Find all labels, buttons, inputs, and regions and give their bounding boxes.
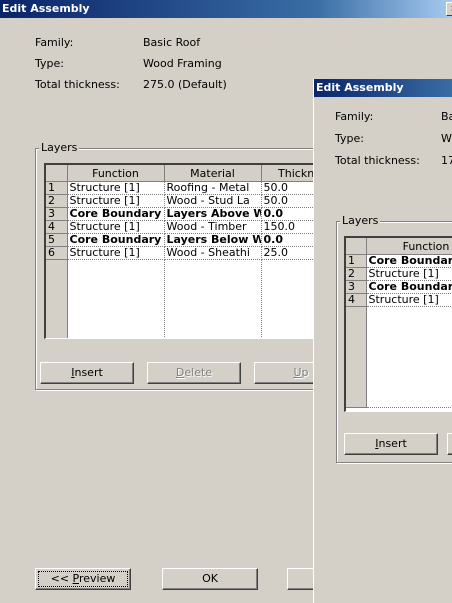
cell-function[interactable]: Structure [1] xyxy=(67,220,165,234)
row-number[interactable]: 3 xyxy=(346,280,367,294)
total-thickness-value: 275.0 (Default) xyxy=(143,78,227,91)
empty-cell xyxy=(346,306,367,408)
type-value: Wood Framing xyxy=(143,57,222,70)
cell-function[interactable]: Core Boundary xyxy=(366,280,452,294)
type-value: W xyxy=(441,132,452,145)
row-number[interactable]: 5 xyxy=(46,233,68,247)
empty-cell xyxy=(46,259,68,338)
cell-function[interactable]: Structure [1] xyxy=(366,293,452,307)
cell-function[interactable]: Core Boundary xyxy=(67,233,165,247)
table-row[interactable]: 4 Structure [1] Wood - Timber 150.0 xyxy=(46,220,336,234)
column-header-material[interactable]: Material xyxy=(164,165,262,182)
row-number[interactable]: 3 xyxy=(46,207,68,221)
preview-button[interactable]: << Preview xyxy=(35,568,131,590)
row-number[interactable]: 6 xyxy=(46,246,68,260)
row-number[interactable]: 1 xyxy=(46,181,68,195)
column-header-function[interactable]: Function xyxy=(67,165,165,182)
dialog-title: Edit Assembly xyxy=(316,81,404,94)
close-icon[interactable]: × xyxy=(446,2,452,16)
cell-function[interactable]: Structure [1] xyxy=(366,267,452,281)
layers-group-title: Layers xyxy=(39,141,80,154)
family-value: Basic Roof xyxy=(143,36,201,49)
family-label: Family: xyxy=(35,36,74,49)
row-number[interactable]: 2 xyxy=(46,194,68,208)
cell-material[interactable]: Wood - Timber xyxy=(164,220,262,234)
row-number[interactable]: 4 xyxy=(346,293,367,307)
layers-table[interactable]: Function 1 Core Boundary 2 Structure [1] 3 Co… xyxy=(344,236,452,412)
cell-material[interactable]: Wood - Sheathi xyxy=(164,246,262,260)
cell-material[interactable]: Roofing - Metal xyxy=(164,181,262,195)
total-thickness-value: 17 xyxy=(441,154,452,167)
cell-function[interactable]: Structure [1] xyxy=(67,246,165,260)
table-row[interactable]: 1 Structure [1] Roofing - Metal 50.0 xyxy=(46,181,336,195)
row-number[interactable]: 4 xyxy=(46,220,68,234)
row-number[interactable]: 2 xyxy=(346,267,367,281)
table-row[interactable]: 5 Core Boundary Layers Below W 0.0 xyxy=(46,233,336,247)
empty-row xyxy=(46,259,336,338)
empty-cell xyxy=(366,306,452,408)
table-row[interactable]: 1 Core Boundary xyxy=(346,254,452,268)
delete-button[interactable] xyxy=(447,433,452,455)
family-label: Family: xyxy=(335,110,374,123)
total-thickness-label: Total thickness: xyxy=(35,78,120,91)
family-value: Ba xyxy=(441,110,452,123)
layers-table-header: Function xyxy=(346,238,452,255)
cell-material[interactable]: Layers Below W xyxy=(164,233,262,247)
corner-cell xyxy=(346,238,367,255)
edit-assembly-dialog-front: Edit Assembly Family: Ba Type: W Total t… xyxy=(314,79,452,603)
total-thickness-label: Total thickness: xyxy=(335,154,420,167)
cell-function[interactable]: Structure [1] xyxy=(67,194,165,208)
dialog-title: Edit Assembly xyxy=(2,2,90,15)
layers-table[interactable]: Function Material Thickne 1 Structure [1]… xyxy=(44,163,337,339)
cell-function[interactable]: Core Boundary xyxy=(366,254,452,268)
table-row[interactable]: 3 Core Boundary xyxy=(346,280,452,294)
layers-group-title: Layers xyxy=(340,214,381,227)
cell-function[interactable]: Structure [1] xyxy=(67,181,165,195)
dialog-title-bar[interactable]: Edit Assembly xyxy=(0,0,452,18)
row-number[interactable]: 1 xyxy=(346,254,367,268)
table-row[interactable]: 6 Structure [1] Wood - Sheathi 25.0 xyxy=(46,246,336,260)
cell-material[interactable]: Wood - Stud La xyxy=(164,194,262,208)
empty-cell xyxy=(164,259,262,338)
cell-material[interactable]: Layers Above W xyxy=(164,207,262,221)
dialog-title-bar[interactable]: Edit Assembly xyxy=(314,79,452,97)
type-label: Type: xyxy=(335,132,364,145)
insert-button[interactable]: Insert xyxy=(344,433,438,455)
table-row[interactable]: 4 Structure [1] xyxy=(346,293,452,307)
corner-cell xyxy=(46,165,68,182)
type-label: Type: xyxy=(35,57,64,70)
table-row[interactable]: 2 Structure [1] Wood - Stud La 50.0 xyxy=(46,194,336,208)
layers-table-header: Function Material Thickne xyxy=(46,165,336,182)
ok-button[interactable]: OK xyxy=(162,568,258,590)
table-row[interactable]: 3 Core Boundary Layers Above W 0.0 xyxy=(46,207,336,221)
cell-function[interactable]: Core Boundary xyxy=(67,207,165,221)
empty-row xyxy=(346,306,452,408)
delete-button[interactable]: Delete xyxy=(147,362,241,384)
empty-cell xyxy=(67,259,165,338)
column-header-function[interactable]: Function xyxy=(366,238,452,255)
table-row[interactable]: 2 Structure [1] xyxy=(346,267,452,281)
insert-button[interactable]: Insert xyxy=(40,362,134,384)
